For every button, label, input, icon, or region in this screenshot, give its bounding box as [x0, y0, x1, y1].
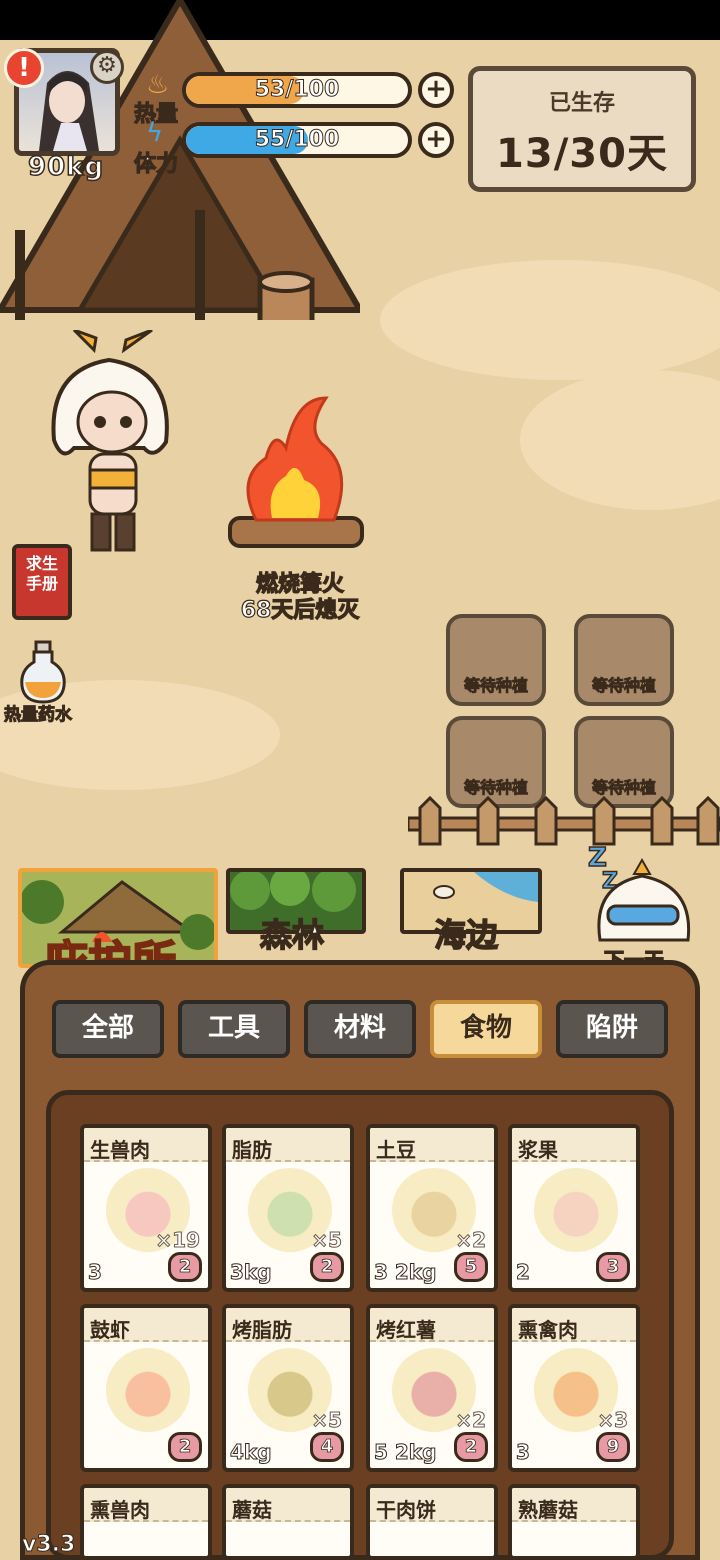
- inventory-item[interactable]: 熏兽肉: [80, 1484, 212, 1560]
- item-name: 蘑菇: [232, 1498, 272, 1522]
- item-weight: 3 2kg: [373, 1260, 437, 1285]
- item-name: 鼓虾: [90, 1318, 130, 1342]
- item-badge: 2: [168, 1252, 202, 1282]
- survival-panel: 已生存 13/30天: [468, 66, 696, 192]
- plot-status: 等待种植: [591, 676, 657, 696]
- inventory-item[interactable]: 烤脂肪 ×5 4kg 4: [222, 1304, 354, 1472]
- item-name: 脂肪: [232, 1138, 272, 1162]
- item-weight: 3: [88, 1260, 103, 1285]
- heat-potion-icon[interactable]: [18, 640, 68, 704]
- category-tab-materials[interactable]: 材料: [304, 1000, 416, 1058]
- inventory-item[interactable]: 熟蘑菇: [508, 1484, 640, 1560]
- item-quantity: ×3: [597, 1408, 629, 1433]
- campfire-remaining: 68天后熄灭: [240, 597, 360, 623]
- item-quantity: ×2: [455, 1228, 487, 1253]
- farm-plot[interactable]: 等待种植: [446, 614, 546, 706]
- heat-potion-label: 热量药水: [4, 705, 73, 726]
- heat-value: 53/100: [254, 77, 340, 103]
- inventory-item[interactable]: 生兽肉 ×19 3 2: [80, 1124, 212, 1292]
- item-name: 烤脂肪: [232, 1318, 292, 1342]
- inventory-item[interactable]: 脂肪 ×5 3kg 2: [222, 1124, 354, 1292]
- location-forest-label: 森林: [259, 915, 325, 955]
- item-weight: 3: [516, 1440, 531, 1465]
- item-badge: 5: [454, 1252, 488, 1282]
- farm-plot[interactable]: 等待种植: [574, 614, 674, 706]
- campfire-image[interactable]: [226, 388, 366, 568]
- plot-status: 等待种植: [463, 676, 529, 696]
- item-image: [106, 1348, 190, 1432]
- ground-patch: [380, 260, 720, 380]
- category-tab-all[interactable]: 全部: [52, 1000, 164, 1058]
- add-stamina-button[interactable]: +: [418, 122, 454, 158]
- item-quantity: ×5: [311, 1408, 343, 1433]
- stamina-bar: 55/100: [182, 122, 412, 158]
- item-name: 熟蘑菇: [518, 1498, 578, 1522]
- item-weight: 4kg: [230, 1440, 273, 1465]
- item-badge: 9: [596, 1432, 630, 1462]
- item-name: 熏兽肉: [90, 1498, 150, 1522]
- inventory-item[interactable]: 干肉饼: [366, 1484, 498, 1560]
- survival-guide-button[interactable]: 求生 手册: [12, 544, 72, 620]
- survival-guide-label: 求生 手册: [25, 554, 58, 593]
- inventory-item[interactable]: 鼓虾 2: [80, 1304, 212, 1472]
- alert-icon[interactable]: !: [4, 48, 44, 88]
- plot-status: 等待种植: [463, 778, 529, 798]
- gear-icon[interactable]: ⚙: [90, 50, 124, 84]
- stamina-value: 55/100: [254, 127, 340, 153]
- item-badge: 4: [310, 1432, 344, 1462]
- item-weight: 2: [516, 1260, 531, 1285]
- inventory-item[interactable]: 浆果 2 3: [508, 1124, 640, 1292]
- item-quantity: ×2: [455, 1408, 487, 1433]
- plot-status: 等待种植: [591, 778, 657, 798]
- add-heat-button[interactable]: +: [418, 72, 454, 108]
- location-beach-label: 海边: [433, 915, 499, 955]
- item-badge: 2: [168, 1432, 202, 1462]
- inventory-item[interactable]: 烤红薯 ×2 5 2kg 2: [366, 1304, 498, 1472]
- sleep-icon[interactable]: Z Z: [582, 836, 702, 956]
- heat-bar: 53/100: [182, 72, 412, 108]
- item-badge: 3: [596, 1252, 630, 1282]
- item-name: 干肉饼: [376, 1498, 436, 1522]
- item-quantity: ×19: [155, 1228, 201, 1253]
- item-name: 浆果: [518, 1138, 558, 1162]
- item-image: [534, 1168, 618, 1252]
- version-label: v3.3: [21, 1532, 76, 1558]
- inventory-item[interactable]: 蘑菇: [222, 1484, 354, 1560]
- farm-plot[interactable]: 等待种植: [446, 716, 546, 808]
- category-tab-traps[interactable]: 陷阱: [556, 1000, 668, 1058]
- item-badge: 2: [310, 1252, 344, 1282]
- item-name: 熏禽肉: [518, 1318, 578, 1342]
- player-character[interactable]: [34, 330, 184, 560]
- lightning-icon: ϟ: [146, 118, 164, 148]
- inventory-item[interactable]: 熏禽肉 ×3 3 9: [508, 1304, 640, 1472]
- ground-patch: [520, 370, 720, 510]
- item-name: 土豆: [376, 1138, 416, 1162]
- item-weight: 3kg: [230, 1260, 273, 1285]
- player-weight: 90kg: [27, 151, 105, 183]
- farm-plot[interactable]: 等待种植: [574, 716, 674, 808]
- item-badge: 2: [454, 1432, 488, 1462]
- stamina-label: 体力: [133, 151, 179, 177]
- item-weight: 5 2kg: [373, 1440, 437, 1465]
- item-name: 烤红薯: [376, 1318, 436, 1342]
- category-tab-food[interactable]: 食物: [430, 1000, 542, 1058]
- survival-title: 已生存: [548, 91, 615, 116]
- survival-days: 13/30天: [496, 131, 668, 177]
- item-quantity: ×5: [311, 1228, 343, 1253]
- category-tab-tools[interactable]: 工具: [178, 1000, 290, 1058]
- item-name: 生兽肉: [90, 1138, 150, 1162]
- inventory-item[interactable]: 土豆 ×2 3 2kg 5: [366, 1124, 498, 1292]
